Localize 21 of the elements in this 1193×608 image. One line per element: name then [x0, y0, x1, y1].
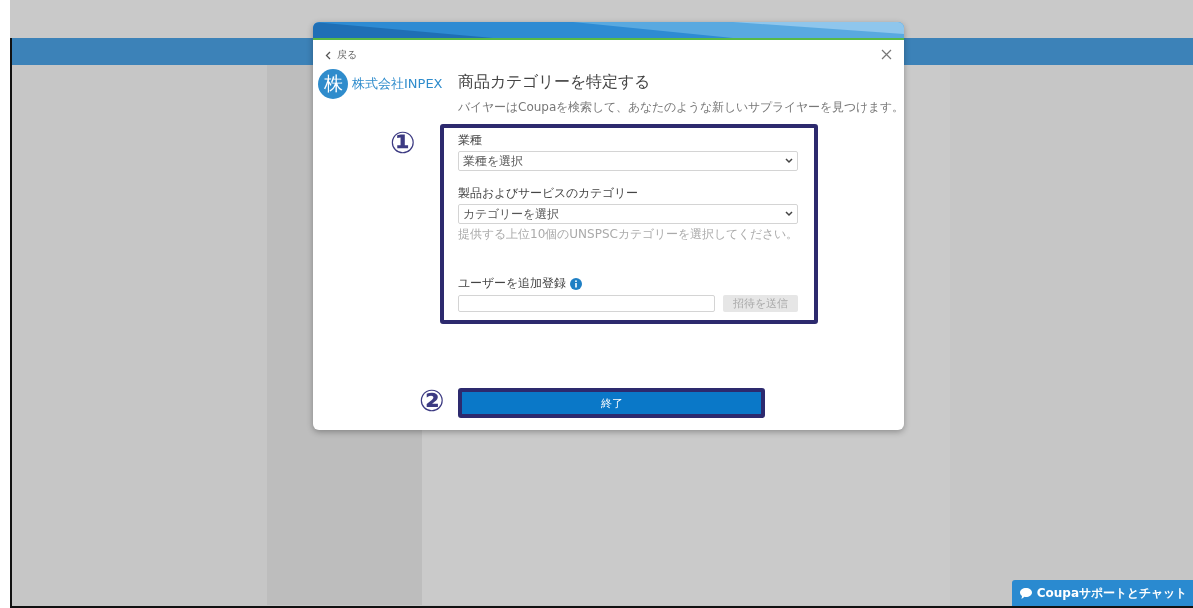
dialog-title: 商品カテゴリーを特定する — [458, 72, 651, 93]
dropdown-field[interactable]: 業種を選択 — [458, 151, 798, 171]
user-input-field[interactable] — [458, 295, 715, 312]
info-icon[interactable] — [570, 277, 582, 290]
chat-bubble-icon — [1019, 587, 1032, 599]
field-label: 製品およびサービスのカテゴリー — [458, 185, 639, 202]
field-hint: 提供する上位10個のUNSPSCカテゴリーを選択してください。 — [458, 226, 798, 243]
finish-button[interactable]: 終了 — [462, 392, 761, 414]
field-label: 業種 — [458, 132, 483, 149]
annotation-number: ① — [390, 128, 416, 158]
company-logo-mark: 株 — [318, 69, 348, 99]
chevron-down-icon — [784, 158, 793, 164]
field-label: ユーザーを追加登録 — [458, 275, 566, 292]
chevron-left-icon — [325, 50, 331, 60]
chat-button[interactable]: Coupaサポートとチャット — [1011, 580, 1193, 606]
chevron-down-icon — [784, 211, 793, 217]
dialog-subtitle: バイヤーはCoupaを検索して、あなたのような新しいサプライヤーを見つけます。 — [458, 99, 904, 116]
back-link[interactable]: 戻る — [325, 48, 357, 62]
annotation-number: ② — [419, 386, 445, 416]
dropdown-field[interactable]: カテゴリーを選択 — [458, 204, 798, 224]
company-name: 株式会社INPEX — [352, 75, 443, 93]
